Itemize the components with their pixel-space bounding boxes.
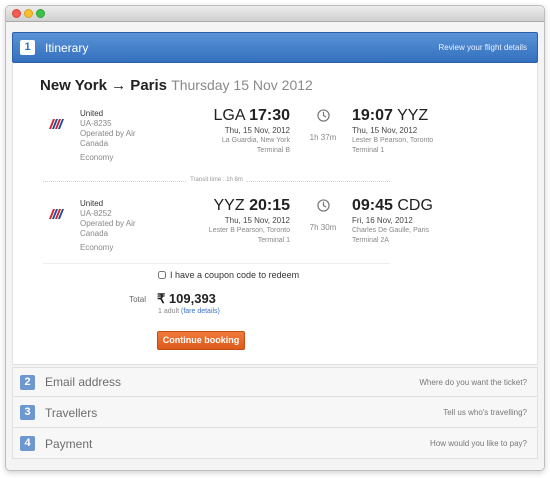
airline-name: United [80, 199, 104, 208]
airline-name: United [80, 109, 104, 118]
step-title: Payment [45, 436, 93, 451]
coupon-label: I have a coupon code to redeem [170, 270, 300, 280]
arrival-airport: Lester B Pearson, Toronto [352, 137, 434, 144]
step-email-header[interactable]: 2 Email address Where do you want the ti… [12, 367, 538, 397]
arrival-code: CDG [397, 197, 433, 214]
step-hint: Where do you want the ticket? [419, 377, 527, 387]
united-tulip-logo-icon [49, 209, 64, 219]
route-cities: New York → Paris [40, 77, 168, 94]
arrival-date: Thu, 15 Nov, 2012 [352, 126, 418, 135]
clock-icon [316, 199, 330, 212]
continue-booking-button[interactable]: Continue booking [157, 331, 245, 350]
duration-text: 7h 30m [309, 223, 337, 232]
departure: LGA 17:30 Thu, 15 Nov, 2012 La Guardia, … [193, 107, 290, 155]
arrival: 09:45 CDG Fri, 16 Nov, 2012 Charles De G… [352, 197, 462, 245]
title-bar [6, 6, 544, 22]
duration-text: 1h 37m [309, 133, 337, 142]
departure-time: 20:15 [249, 197, 290, 214]
clock-icon [316, 109, 330, 122]
step-hint: Review your flight details [438, 43, 527, 52]
step-number: 3 [20, 405, 35, 420]
transit-divider: Transit time : 1h 8m [43, 177, 390, 183]
step-payment-header[interactable]: 4 Payment How would you like to pay? [12, 429, 538, 459]
united-tulip-logo-icon [49, 119, 64, 129]
arrival-code: YYZ [397, 107, 429, 124]
browser-window: 1 Itinerary Review your flight details N… [5, 5, 545, 471]
itinerary-panel: New York → Paris Thursday 15 Nov 2012 Un… [12, 63, 538, 365]
step-number: 1 [20, 40, 35, 55]
departure-time: 17:30 [249, 107, 290, 124]
flight-number: UA-8252 [80, 209, 112, 218]
zoom-window-button[interactable] [36, 9, 45, 18]
airline-info: United UA-8235 Operated by Air Canada Ec… [80, 109, 160, 163]
minimize-window-button[interactable] [24, 9, 33, 18]
arrival: 19:07 YYZ Thu, 15 Nov, 2012 Lester B Pea… [352, 107, 462, 155]
divider [43, 263, 390, 264]
step-number: 4 [20, 436, 35, 451]
flight-segment: United UA-8235 Operated by Air Canada Ec… [13, 106, 537, 172]
departure-code: YYZ [213, 197, 245, 214]
operated-by: Operated by Air Canada [80, 129, 136, 148]
departure-airport: Lester B Pearson, Toronto [208, 227, 290, 234]
departure-date: Thu, 15 Nov, 2012 [224, 216, 290, 225]
step-hint: Tell us who's travelling? [443, 408, 527, 417]
total-value: 109,393 [168, 291, 216, 306]
cabin-class: Economy [80, 153, 114, 162]
departure-date: Thu, 15 Nov, 2012 [224, 126, 290, 135]
step-travellers-header[interactable]: 3 Travellers Tell us who's travelling? [12, 398, 538, 428]
step-title: Travellers [45, 405, 98, 420]
arrival-terminal: Terminal 1 [352, 147, 385, 154]
coupon-option[interactable]: I have a coupon code to redeem [158, 270, 299, 280]
route-title: New York → Paris Thursday 15 Nov 2012 [40, 77, 313, 94]
step-number: 2 [20, 374, 35, 390]
departure-airport: La Guardia, New York [221, 137, 290, 144]
currency-symbol: ₹ [157, 291, 166, 306]
total-amount: ₹ 109,393 [157, 291, 216, 307]
coupon-checkbox[interactable] [158, 271, 166, 279]
duration: 1h 37m [303, 109, 343, 142]
booking-page: 1 Itinerary Review your flight details N… [6, 22, 544, 470]
arrival-time: 19:07 [352, 107, 393, 124]
close-window-button[interactable] [12, 9, 21, 18]
departure: YYZ 20:15 Thu, 15 Nov, 2012 Lester B Pea… [193, 197, 290, 245]
operated-by: Operated by Air Canada [80, 219, 136, 238]
departure-code: LGA [213, 107, 245, 124]
route-date: Thursday 15 Nov 2012 [171, 77, 313, 93]
departure-terminal: Terminal 1 [257, 237, 290, 244]
transit-time: Transit time : 1h 8m [186, 177, 247, 183]
traveller-count: 1 adult [158, 308, 180, 315]
total-breakdown: 1 adult (fare details) [158, 308, 220, 315]
arrival-airport: Charles De Gaulle, Paris [352, 227, 430, 234]
airline-info: United UA-8252 Operated by Air Canada Ec… [80, 199, 160, 253]
flight-segment: United UA-8252 Operated by Air Canada Ec… [13, 196, 537, 262]
arrival-time: 09:45 [352, 197, 393, 214]
fare-details-link[interactable]: (fare details) [181, 308, 220, 315]
cabin-class: Economy [80, 243, 114, 252]
step-title: Itinerary [45, 40, 89, 55]
flight-number: UA-8235 [80, 119, 112, 128]
arrival-terminal: Terminal 2A [352, 237, 389, 244]
total-label: Total [129, 295, 146, 304]
arrival-date: Fri, 16 Nov, 2012 [352, 216, 413, 225]
departure-terminal: Terminal B [256, 147, 290, 154]
step-title: Email address [45, 375, 122, 389]
duration: 7h 30m [303, 199, 343, 232]
step-itinerary-header[interactable]: 1 Itinerary Review your flight details [12, 32, 538, 63]
step-hint: How would you like to pay? [430, 439, 527, 448]
